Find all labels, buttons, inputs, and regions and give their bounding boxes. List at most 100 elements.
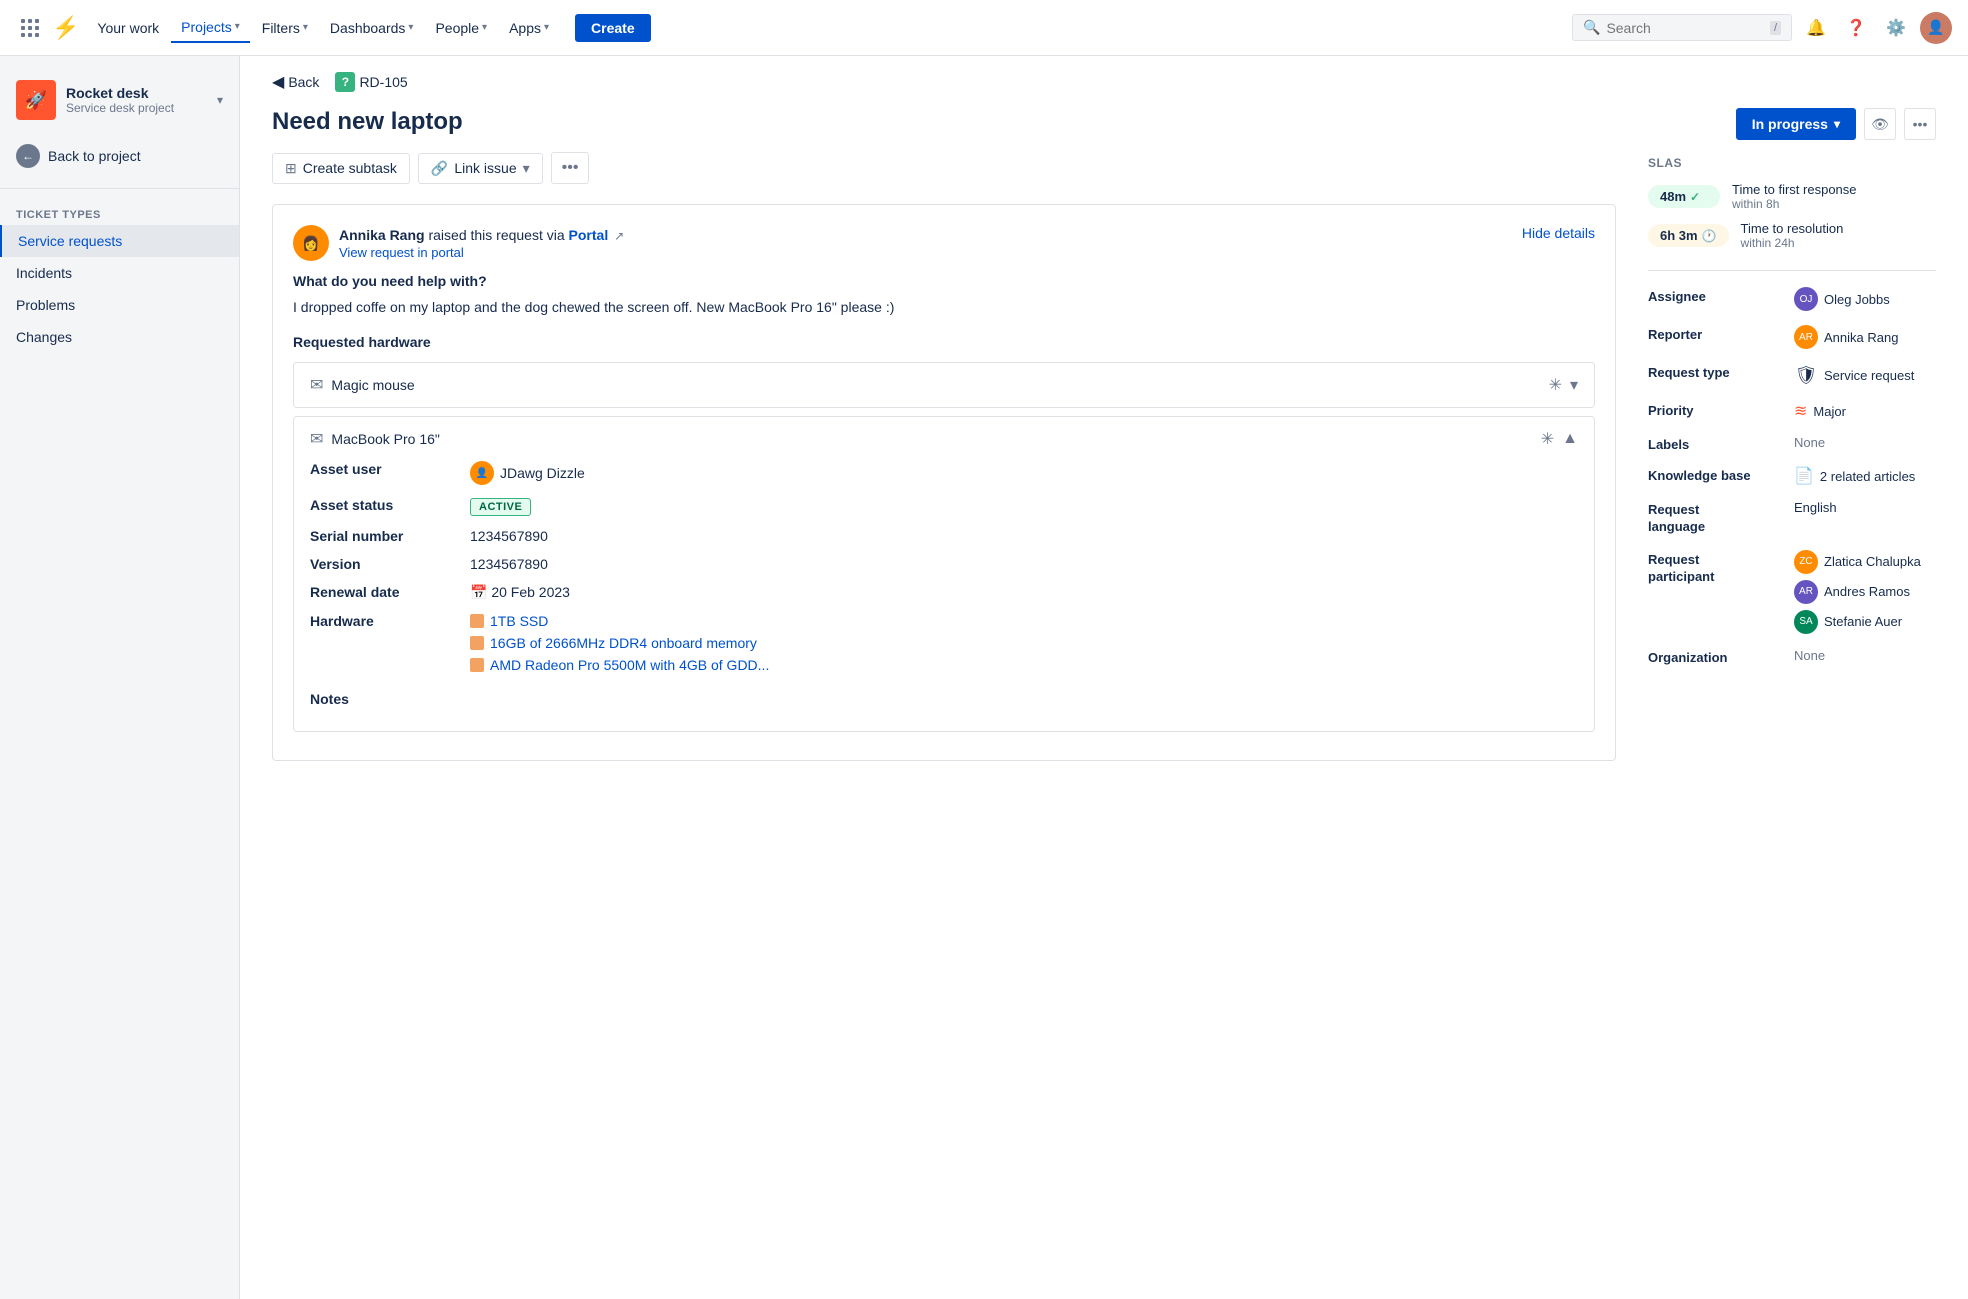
link-issue-button[interactable]: 🔗 Link issue ▾ xyxy=(418,153,543,184)
hardware-item-macbook-header[interactable]: ✉ MacBook Pro 16" ✳ ▲ xyxy=(294,417,1594,461)
back-to-project-label: Back to project xyxy=(48,148,141,164)
dashboards-chevron-icon: ▾ xyxy=(408,22,413,33)
sla-label-1: Time to first response xyxy=(1732,182,1857,197)
request-question: What do you need help with? xyxy=(293,273,1595,289)
hw-tag-link-1[interactable]: 1TB SSD xyxy=(490,613,548,629)
more-options-button[interactable]: ••• xyxy=(1904,108,1936,140)
ticket-id: RD-105 xyxy=(359,74,407,90)
requester-name: Annika Rang xyxy=(339,227,425,243)
nav-dashboards[interactable]: Dashboards ▾ xyxy=(320,14,424,42)
create-subtask-button[interactable]: ⊞ Create subtask xyxy=(272,153,410,184)
nav-people[interactable]: People ▾ xyxy=(425,14,497,42)
chevron-down-icon[interactable]: ▾ xyxy=(1570,375,1578,395)
nav-filters[interactable]: Filters ▾ xyxy=(252,14,318,42)
watch-button[interactable]: 👁 xyxy=(1864,108,1896,140)
assignee-avatar: OJ xyxy=(1794,287,1818,311)
request-language-label: Requestlanguage xyxy=(1648,500,1778,536)
organization-label: Organization xyxy=(1648,648,1778,665)
request-card: 👩 Annika Rang raised this request via Po… xyxy=(272,204,1616,761)
unlink-icon-2[interactable]: ✳ xyxy=(1541,429,1554,449)
assignee-name: Oleg Jobbs xyxy=(1824,292,1890,307)
main-content: ◀ Back ? RD-105 Need new laptop ⊞ Create… xyxy=(240,56,1968,1299)
request-type-name: Service request xyxy=(1824,368,1914,383)
sla-time-value-2: 6h 3m xyxy=(1660,228,1698,243)
serial-number-label: Serial number xyxy=(310,528,470,544)
ellipsis-icon: ••• xyxy=(1913,116,1928,132)
request-meta: Annika Rang raised this request via Port… xyxy=(339,227,624,260)
unlink-icon[interactable]: ✳ xyxy=(1549,375,1562,395)
sidebar-item-changes[interactable]: Changes xyxy=(0,321,239,353)
hw-tag-1: 1TB SSD xyxy=(470,613,769,629)
back-to-project-button[interactable]: ← Back to project xyxy=(0,136,239,176)
search-box[interactable]: 🔍 / xyxy=(1572,14,1792,41)
hw-tag-2: 16GB of 2666MHz DDR4 onboard memory xyxy=(470,635,769,651)
more-actions-button[interactable]: ••• xyxy=(551,152,590,184)
renewal-date-label: Renewal date xyxy=(310,584,470,600)
sla-info-1: Time to first response within 8h xyxy=(1732,182,1857,211)
knowledge-base-value: 📄 2 related articles xyxy=(1794,466,1936,486)
serial-number-row: Serial number 1234567890 xyxy=(310,528,1578,544)
grid-menu-icon[interactable] xyxy=(16,14,44,42)
app-logo[interactable]: ⚡ xyxy=(52,15,79,41)
sla-time-value-1: 48m xyxy=(1660,189,1686,204)
hw-item-actions: ✳ ▾ xyxy=(1549,375,1578,395)
user-avatar[interactable]: 👤 xyxy=(1920,12,1952,44)
participant-name-3: Stefanie Auer xyxy=(1824,614,1902,629)
participant-2: AR Andres Ramos xyxy=(1794,580,1921,604)
issue-title: Need new laptop xyxy=(272,108,1616,136)
hw-tag-dot-1 xyxy=(470,614,484,628)
serial-number-value: 1234567890 xyxy=(470,528,548,544)
chevron-up-icon[interactable]: ▲ xyxy=(1562,430,1578,448)
hw-tag-dot-3 xyxy=(470,658,484,672)
issue-sidebar: In progress ▾ 👁 ••• SLAs 48m xyxy=(1616,108,1936,777)
project-header[interactable]: 🚀 Rocket desk Service desk project ▾ xyxy=(0,72,239,136)
version-value: 1234567890 xyxy=(470,556,548,572)
sidebar-item-incidents[interactable]: Incidents xyxy=(0,257,239,289)
settings-button[interactable]: ⚙️ xyxy=(1880,12,1912,44)
back-arrow-icon: ← xyxy=(16,144,40,168)
request-participant-label: Requestparticipant xyxy=(1648,550,1778,586)
project-avatar: 🚀 xyxy=(16,80,56,120)
sla-row-2: 6h 3m 🕐 Time to resolution within 24h xyxy=(1648,221,1936,250)
hw-item-left: ✉ Magic mouse xyxy=(310,375,415,395)
hide-details-button[interactable]: Hide details xyxy=(1522,225,1595,241)
nav-right: 🔍 / 🔔 ❓ ⚙️ 👤 xyxy=(1572,12,1952,44)
sidebar-item-problems[interactable]: Problems xyxy=(0,289,239,321)
hw-tag-dot-2 xyxy=(470,636,484,650)
sla-time-2: 6h 3m 🕐 xyxy=(1648,224,1729,247)
hw-tag-link-3[interactable]: AMD Radeon Pro 5500M with 4GB of GDD... xyxy=(490,657,769,673)
portal-link[interactable]: Portal xyxy=(569,227,609,243)
notifications-button[interactable]: 🔔 xyxy=(1800,12,1832,44)
back-button[interactable]: ◀ Back xyxy=(272,72,319,92)
hw-tag-link-2[interactable]: 16GB of 2666MHz DDR4 onboard memory xyxy=(490,635,757,651)
hardware-item-magic-mouse-header[interactable]: ✉ Magic mouse ✳ ▾ xyxy=(294,363,1594,407)
hardware-tags-list: 1TB SSD 16GB of 2666MHz DDR4 onboard mem… xyxy=(470,613,769,673)
hardware-item-magic-mouse: ✉ Magic mouse ✳ ▾ xyxy=(293,362,1595,408)
requested-hw-label: Requested hardware xyxy=(293,334,1595,350)
ticket-breadcrumb[interactable]: ? RD-105 xyxy=(335,72,407,92)
status-button[interactable]: In progress ▾ xyxy=(1736,108,1856,140)
issue-actions: ⊞ Create subtask 🔗 Link issue ▾ ••• xyxy=(272,152,1616,184)
nav-projects[interactable]: Projects ▾ xyxy=(171,13,250,43)
status-dropdown-icon: ▾ xyxy=(1834,117,1840,131)
create-button[interactable]: Create xyxy=(575,14,651,42)
help-button[interactable]: ❓ xyxy=(1840,12,1872,44)
participant-3: SA Stefanie Auer xyxy=(1794,610,1921,634)
participant-avatar-1: ZC xyxy=(1794,550,1818,574)
sla-section: SLAs 48m ✓ Time to first response within… xyxy=(1648,156,1936,250)
problems-label: Problems xyxy=(16,297,75,313)
nav-your-work[interactable]: Your work xyxy=(87,14,169,42)
search-input[interactable] xyxy=(1606,20,1764,36)
labels-label: Labels xyxy=(1648,435,1778,452)
filters-chevron-icon: ▾ xyxy=(303,22,308,33)
reporter-value: AR Annika Rang xyxy=(1794,325,1936,349)
nav-apps[interactable]: Apps ▾ xyxy=(499,14,559,42)
sla-label-2: Time to resolution xyxy=(1741,221,1844,236)
participant-1: ZC Zlatica Chalupka xyxy=(1794,550,1921,574)
subtask-icon: ⊞ xyxy=(285,160,297,177)
hardware-label: Hardware xyxy=(310,613,470,629)
project-type: Service desk project xyxy=(66,101,207,115)
view-portal-link[interactable]: View request in portal xyxy=(339,245,624,260)
asset-user-name: JDawg Dizzle xyxy=(500,465,585,481)
sidebar-item-service-requests[interactable]: Service requests xyxy=(0,225,239,257)
